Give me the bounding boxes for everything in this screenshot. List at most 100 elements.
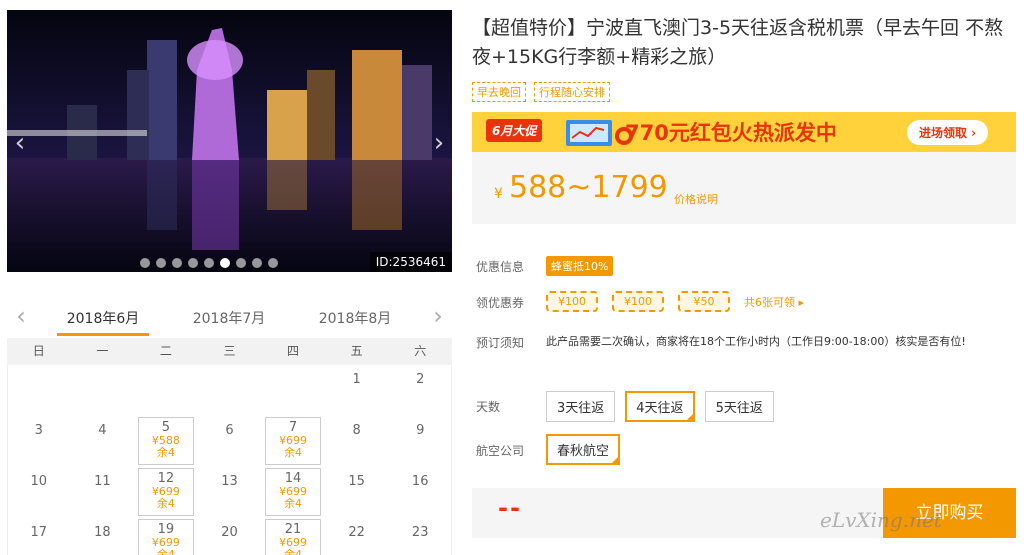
gallery-prev-arrow[interactable]: ‹ xyxy=(9,128,31,158)
weekday-tue: 二 xyxy=(159,344,172,358)
gallery-dot[interactable] xyxy=(188,258,198,268)
weekday-wed: 三 xyxy=(223,344,236,358)
gallery-dot[interactable] xyxy=(204,258,214,268)
day-number: 6 xyxy=(225,423,234,438)
airline-options: 春秋航空 xyxy=(546,434,621,465)
promo-text: 770元红包火热派发中 xyxy=(625,121,837,145)
days-option-3[interactable]: 3天往返 xyxy=(546,391,616,422)
day-number: 1 xyxy=(352,372,361,387)
day-number: 12 xyxy=(157,471,175,486)
product-tag: 行程随心安排 xyxy=(534,82,610,102)
day-number: 11 xyxy=(94,474,111,489)
gallery-dot[interactable] xyxy=(156,258,166,268)
gallery-dot[interactable] xyxy=(252,258,262,268)
gallery-dot[interactable] xyxy=(172,258,182,268)
airline-option-spring[interactable]: 春秋航空 xyxy=(546,434,621,465)
site-watermark: eLvXing.net xyxy=(820,508,942,532)
calendar-day: 8 xyxy=(329,424,385,438)
day-seats-left: 余4 xyxy=(284,548,303,555)
calendar-day-available[interactable]: 12 ¥699 余4 xyxy=(137,468,194,516)
calendar-day: 17 xyxy=(11,526,67,540)
product-id-label: ID:2536461 xyxy=(369,252,452,272)
calendar-day-available[interactable]: 14 ¥699 余4 xyxy=(265,468,322,516)
weekday-fri: 五 xyxy=(350,344,363,358)
discount-badge: 蜂蜜抵10% xyxy=(546,256,614,276)
calendar-day: 2 xyxy=(392,373,448,387)
gallery-dot[interactable] xyxy=(140,258,150,268)
weekday-sat: 六 xyxy=(414,344,427,358)
gallery-next-arrow[interactable]: › xyxy=(428,128,450,158)
calendar-day: 15 xyxy=(329,475,385,489)
day-number: 15 xyxy=(348,474,365,489)
coupon-label: 领优惠券 xyxy=(476,296,525,310)
coupon-50[interactable]: ¥50 xyxy=(678,291,730,312)
calendar-day: 18 xyxy=(74,526,130,540)
weekday-thu: 四 xyxy=(287,344,300,358)
price-range: 588~1799 xyxy=(509,170,668,205)
day-number: 9 xyxy=(416,423,425,438)
promo-badge: 6月大促 xyxy=(486,119,543,142)
calendar-day: 9 xyxy=(392,424,448,438)
day-seats-left: 余4 xyxy=(156,446,175,459)
promo-banner[interactable]: 6月大促 770元红包火热派发中 进场领取 › xyxy=(472,112,1016,152)
day-number: 20 xyxy=(221,525,238,540)
day-number: 2 xyxy=(416,372,425,387)
days-option-4[interactable]: 4天往返 xyxy=(625,391,695,422)
day-number: 4 xyxy=(98,423,107,438)
tab-month-july[interactable]: 2018年7月 xyxy=(183,308,275,328)
weekday-mon: 一 xyxy=(96,344,109,358)
day-number: 18 xyxy=(94,525,111,540)
tab-month-june[interactable]: 2018年6月 xyxy=(57,308,149,328)
calendar-day-available[interactable]: 19 ¥699 余4 xyxy=(137,519,194,555)
calendar-day-available[interactable]: 21 ¥699 余4 xyxy=(265,519,322,555)
day-number: 10 xyxy=(30,474,48,489)
tab-month-august[interactable]: 2018年8月 xyxy=(309,308,401,328)
price-explanation-link[interactable]: 价格说明 xyxy=(674,191,718,207)
calendar-day: 22 xyxy=(329,526,385,540)
day-number: 19 xyxy=(157,522,175,537)
weekday-sun: 日 xyxy=(32,344,45,358)
promo-claim-button[interactable]: 进场领取 › xyxy=(907,120,989,145)
currency-symbol: ¥ xyxy=(494,186,503,202)
day-number: 14 xyxy=(284,471,302,486)
calendar-day: 4 xyxy=(74,424,130,438)
calendar-day: 20 xyxy=(202,526,258,540)
gallery-dot[interactable] xyxy=(236,258,246,268)
calendar-day-available[interactable]: 7 ¥699 余4 xyxy=(265,417,322,465)
calendar-next-month-button[interactable]: › xyxy=(426,304,450,330)
day-seats-left: 余4 xyxy=(156,548,175,555)
product-tags: 早去晚回 行程随心安排 xyxy=(472,82,610,102)
days-label: 天数 xyxy=(476,400,501,414)
day-number: 23 xyxy=(411,525,429,540)
calendar-day: 10 xyxy=(11,475,67,489)
day-number: 13 xyxy=(221,474,238,489)
gallery-dot[interactable] xyxy=(220,258,230,268)
airline-label: 航空公司 xyxy=(476,444,525,458)
day-number: 16 xyxy=(411,474,429,489)
coupon-100[interactable]: ¥100 xyxy=(612,291,664,312)
gallery-dot[interactable] xyxy=(268,258,278,268)
gallery-pagination-dots xyxy=(140,258,278,268)
calendar-day: 1 xyxy=(329,373,385,387)
calendar-day: 11 xyxy=(74,475,130,489)
day-number: 17 xyxy=(30,525,48,540)
calendar-prev-month-button[interactable]: ‹ xyxy=(9,304,33,330)
coupon-100[interactable]: ¥100 xyxy=(546,291,598,312)
booking-notice-text: 此产品需要二次确认，商家将在18个工作小时内（工作日9:00-18:00）核实是… xyxy=(546,335,966,348)
product-title: 【超值特价】宁波直飞澳门3-5天往返含税机票（早去午回 不熬夜+15KG行李额+… xyxy=(472,17,1004,68)
day-seats-left: 余4 xyxy=(284,497,303,510)
price-box: ¥ 588~1799 价格说明 xyxy=(472,152,1016,224)
calendar-day: 13 xyxy=(202,475,258,489)
calendar-month-nav: ‹ 2018年6月 2018年7月 2018年8月 › xyxy=(7,300,452,338)
active-month-underline xyxy=(57,333,149,336)
days-option-5[interactable]: 5天往返 xyxy=(704,391,774,422)
calendar-day: 3 xyxy=(11,424,67,438)
product-tag: 早去晚回 xyxy=(472,82,526,102)
day-number: 22 xyxy=(348,525,365,540)
day-number: 5 xyxy=(161,420,171,435)
calendar-day-available[interactable]: 5 ¥588 余4 xyxy=(137,417,194,465)
booking-notice-label: 预订须知 xyxy=(476,336,525,350)
day-number: 21 xyxy=(284,522,302,537)
more-coupons-link[interactable]: 共6张可领 ▸ xyxy=(744,294,804,310)
product-image-gallery[interactable]: ‹ › ID:2536461 xyxy=(7,10,452,272)
